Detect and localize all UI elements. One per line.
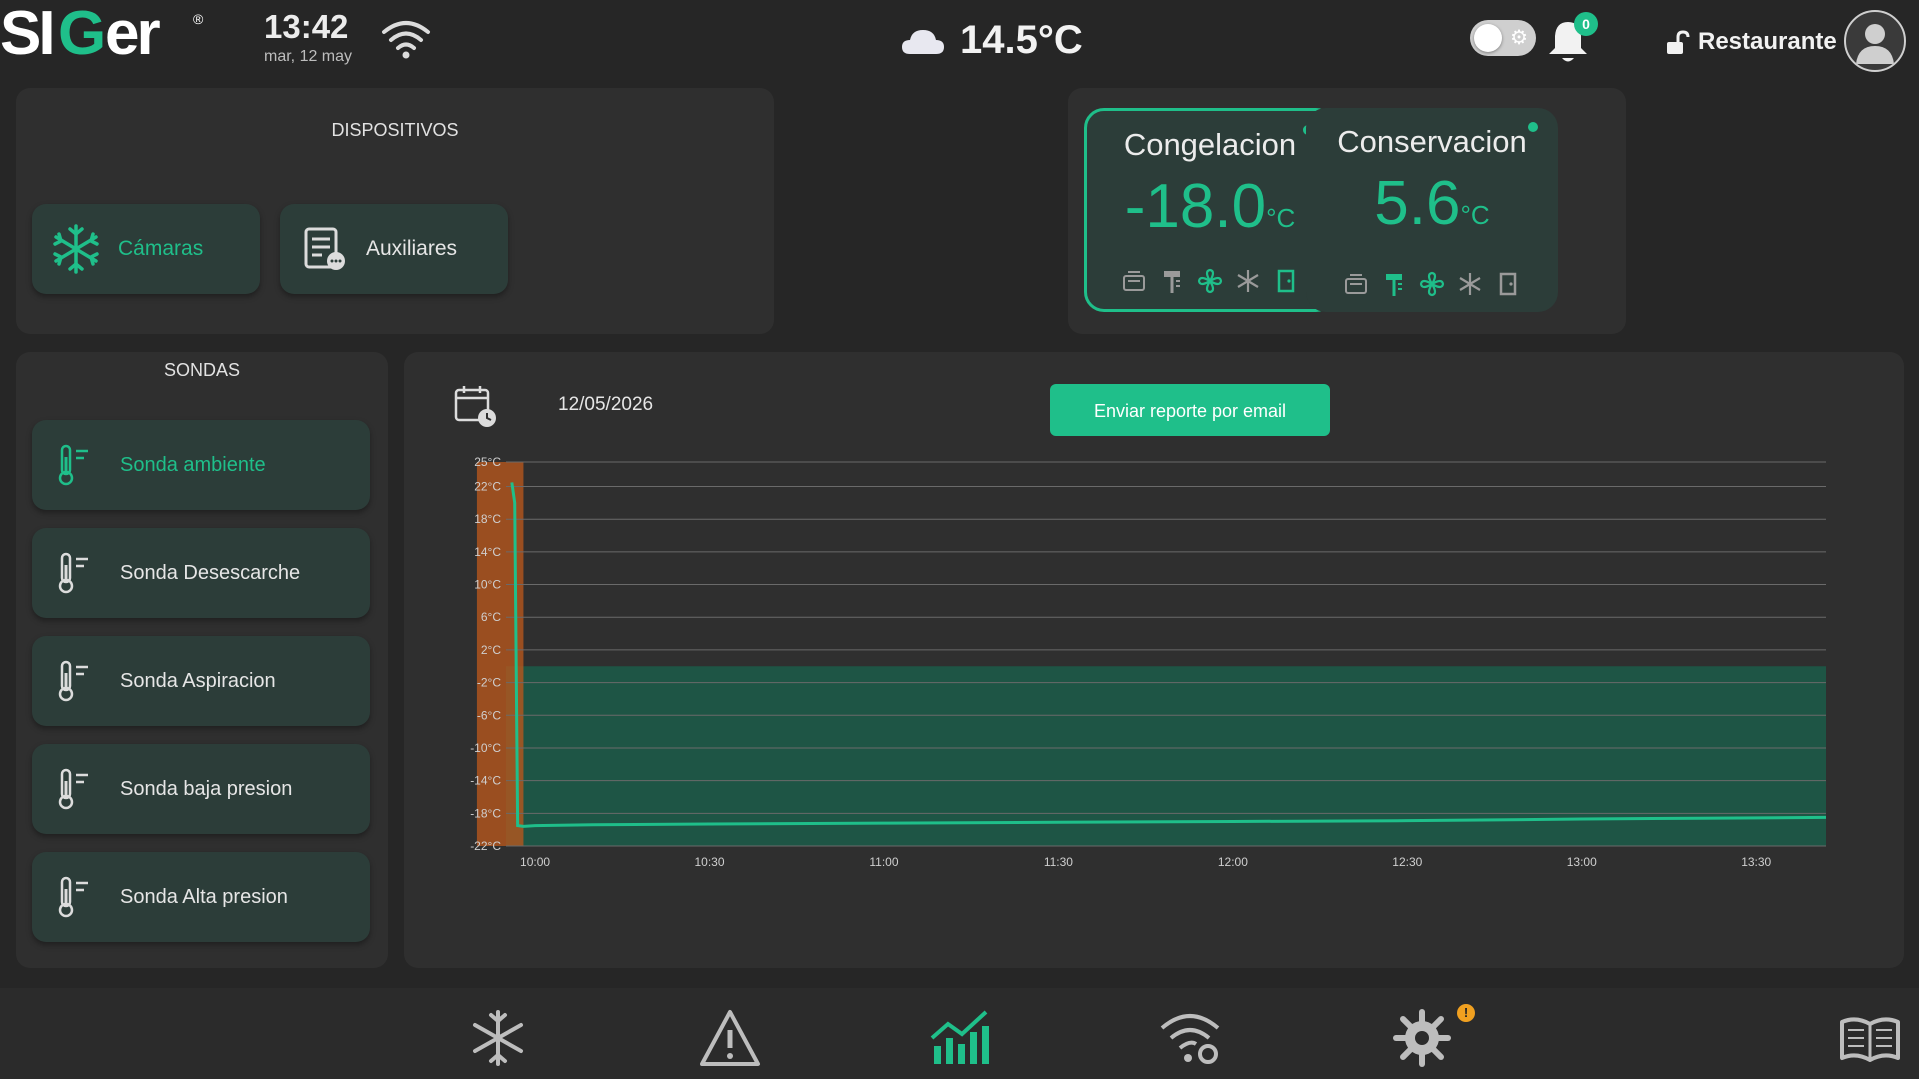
thermometer-icon: [58, 768, 88, 810]
probes-panel: SONDAS Sonda ambiente Sonda Desescarche So…: [16, 352, 388, 968]
y-tick-label: -10°C: [470, 741, 501, 755]
camera-temp-unit: °C: [1266, 203, 1296, 233]
cloud-icon: [902, 30, 944, 54]
calendar-icon[interactable]: [452, 382, 498, 428]
probe-item[interactable]: Sonda Aspiracion: [32, 636, 370, 726]
y-tick-label: -6°C: [477, 708, 501, 722]
auxiliaries-button[interactable]: Auxiliares: [280, 204, 508, 294]
clock-time: 13:42: [264, 8, 349, 45]
snowflake-icon[interactable]: [466, 1008, 530, 1068]
camera-name: Congelacion: [1123, 127, 1297, 162]
door-icon: [1277, 269, 1295, 293]
valve-icon: [1386, 274, 1402, 296]
x-tick-label: 10:30: [695, 855, 725, 869]
probe-label: Sonda baja presion: [120, 777, 293, 800]
mode-toggle[interactable]: ⚙: [1470, 20, 1536, 56]
door-icon: [1499, 272, 1517, 296]
valve-icon: [1164, 271, 1180, 293]
y-tick-label: -14°C: [470, 774, 501, 788]
defrost-icon: [1237, 270, 1259, 292]
wifi-icon[interactable]: [380, 18, 432, 60]
probe-item[interactable]: Sonda Alta presion: [32, 852, 370, 942]
outdoor-temperature: 14.5°C: [960, 18, 1083, 62]
svg-text:®: ®: [193, 11, 204, 27]
x-tick-label: 11:30: [1044, 855, 1073, 869]
toggle-knob: [1474, 24, 1502, 52]
y-tick-label: 10°C: [474, 578, 501, 592]
probes-title: SONDAS: [163, 360, 241, 380]
camera-temp-unit: °C: [1460, 200, 1490, 230]
report-date[interactable]: 12/05/2026: [558, 394, 653, 416]
camera-card-conservacion[interactable]: Conservacion 5.6°C: [1306, 108, 1558, 312]
probe-label: Sonda Desescarche: [120, 561, 301, 584]
camera-card-congelacion[interactable]: Congelacion -18.0°C: [1084, 108, 1336, 312]
user-icon: [1856, 24, 1894, 64]
devices-title: DISPOSITIVOS: [331, 120, 459, 140]
camera-temperature: 5.6°C: [1306, 168, 1558, 239]
probe-item[interactable]: Sonda baja presion: [32, 744, 370, 834]
gear-icon: ⚙: [1510, 27, 1528, 49]
thermometer-icon: [58, 876, 88, 918]
snowflake-icon: [53, 224, 99, 274]
y-tick-label: -2°C: [477, 676, 501, 690]
x-tick-label: 12:00: [1218, 855, 1248, 869]
x-tick-label: 10:00: [520, 855, 550, 869]
camera-status-icons: [1306, 270, 1558, 298]
thermometer-icon: [58, 660, 88, 702]
compressor-icon: [1345, 274, 1367, 294]
siger-logo: SI G er ®: [0, 2, 204, 68]
probe-item[interactable]: Sonda ambiente: [32, 420, 370, 510]
fan-icon: [1197, 268, 1223, 294]
thermometer-icon: [58, 444, 88, 486]
y-tick-label: 14°C: [474, 545, 501, 559]
camera-temp-value: 5.6: [1374, 169, 1461, 238]
unlock-icon[interactable]: [1665, 30, 1691, 56]
probe-label: Sonda Alta presion: [120, 885, 288, 908]
svg-text:SI: SI: [0, 2, 53, 68]
y-tick-label: 6°C: [481, 610, 501, 624]
x-tick-label: 12:30: [1392, 855, 1422, 869]
svg-text:G: G: [58, 2, 103, 68]
notification-badge: 0: [1574, 12, 1598, 36]
send-report-email-button[interactable]: Enviar reporte por email: [1050, 384, 1330, 436]
warning-icon[interactable]: [698, 1008, 762, 1068]
y-tick-label: -22°C: [470, 839, 501, 853]
list-icon: [304, 227, 345, 270]
x-tick-label: 13:30: [1741, 855, 1771, 869]
wifi-settings-icon[interactable]: [1158, 1008, 1222, 1068]
settings-warning-badge: !: [1457, 1004, 1475, 1022]
cameras-button[interactable]: Cámaras: [32, 204, 260, 294]
camera-temp-value: -18.0: [1124, 172, 1267, 241]
cameras-label: Cámaras: [118, 237, 204, 260]
y-tick-label: 22°C: [474, 480, 501, 494]
probe-item[interactable]: Sonda Desescarche: [32, 528, 370, 618]
defrost-icon: [1459, 273, 1481, 295]
compressor-icon: [1123, 271, 1145, 291]
devices-panel: DISPOSITIVOS Cámaras Auxiliares: [16, 88, 774, 334]
probe-label: Sonda Aspiracion: [120, 669, 276, 692]
user-name[interactable]: Restaurante: [1698, 28, 1837, 56]
y-tick-label: 2°C: [481, 643, 501, 657]
clock-date: mar, 12 may: [264, 48, 353, 65]
y-tick-label: -18°C: [470, 806, 501, 820]
camera-status-icons: [1087, 267, 1333, 295]
camera-name: Conservacion: [1337, 124, 1527, 159]
y-tick-label: 18°C: [474, 512, 501, 526]
svg-text:er: er: [105, 2, 160, 68]
x-tick-label: 13:00: [1567, 855, 1597, 869]
thermometer-icon: [58, 552, 88, 594]
y-tick-label: 25°C: [474, 455, 501, 469]
cameras-panel: Congelacion -18.0°C Conservacion 5.6°C: [1068, 88, 1626, 334]
manual-book-icon[interactable]: [1838, 1008, 1902, 1068]
auxiliaries-label: Auxiliares: [366, 237, 458, 260]
fan-icon: [1419, 271, 1445, 297]
probe-label: Sonda ambiente: [120, 453, 266, 476]
temperature-chart: 25°C 22°C 18°C 14°C 10°C 6°C 2°C -2°C -6°C -10°C -…: [470, 455, 1827, 869]
camera-temperature: -18.0°C: [1087, 171, 1333, 242]
avatar[interactable]: [1844, 10, 1906, 72]
x-tick-label: 11:00: [869, 855, 898, 869]
settings-gear-icon[interactable]: [1390, 1008, 1454, 1068]
chart-icon[interactable]: [928, 1008, 992, 1068]
